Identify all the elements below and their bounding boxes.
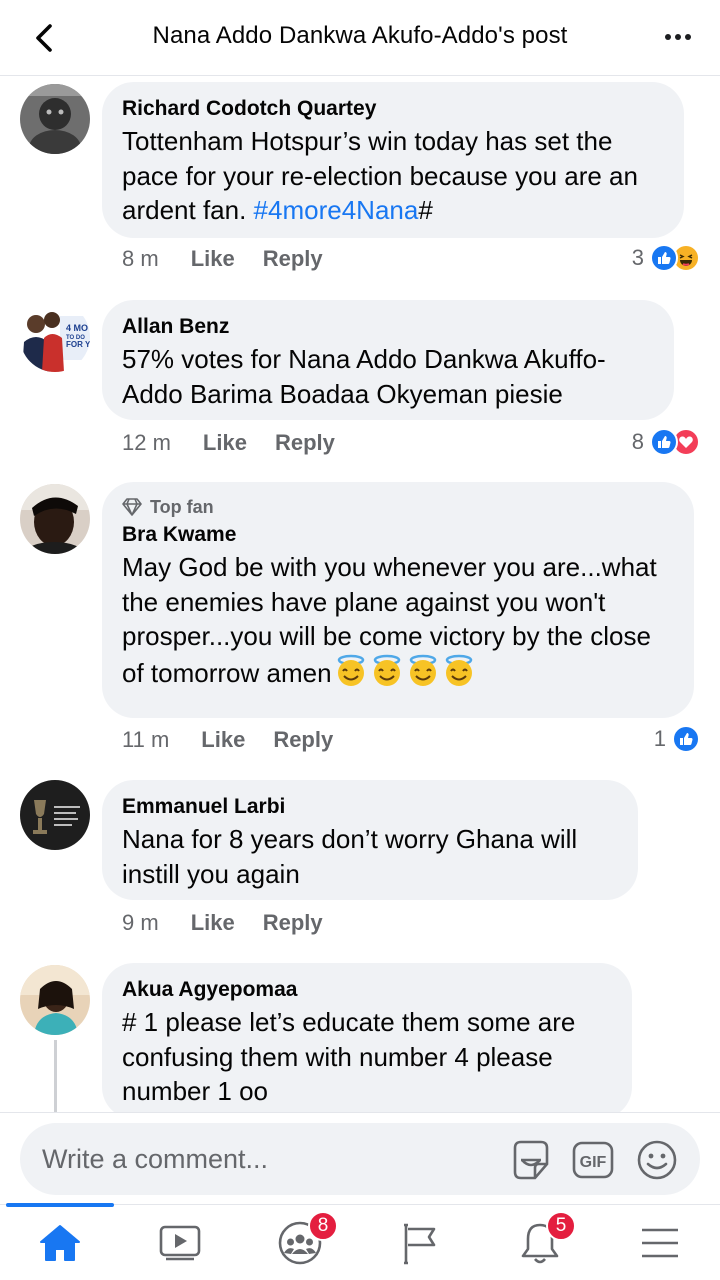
comment-text-suffix: # xyxy=(418,195,433,225)
smiling-face-with-halo-icon xyxy=(337,654,364,686)
watch-video-icon xyxy=(159,1225,201,1261)
comment-text: 57% votes for Nana Addo Dankwa Akuffo-Ad… xyxy=(122,344,606,409)
bottom-navigation: 8 5 xyxy=(0,1203,720,1280)
comment-actions: 8 m Like Reply xyxy=(122,246,323,272)
diamond-icon xyxy=(122,498,142,516)
comment-bubble[interactable]: Richard Codotch Quartey Tottenham Hotspu… xyxy=(102,82,684,238)
smiling-face-with-halo-icon xyxy=(445,654,472,686)
like-reaction-icon xyxy=(650,428,678,456)
nav-pages[interactable] xyxy=(360,1205,480,1280)
comment-author[interactable]: Akua Agyepomaa xyxy=(122,975,612,1005)
groups-notification-badge: 8 xyxy=(308,1211,338,1241)
comment-author[interactable]: Emmanuel Larbi xyxy=(122,792,618,822)
like-button[interactable]: Like xyxy=(203,430,247,456)
comment-bubble[interactable]: Akua Agyepomaa # 1 please let’s educate … xyxy=(102,963,632,1119)
hashtag-link[interactable]: #4more4Nana xyxy=(254,195,419,225)
comment-author[interactable]: Richard Codotch Quartey xyxy=(122,94,664,124)
flag-icon xyxy=(404,1223,436,1265)
top-fan-badge: Top fan xyxy=(122,494,674,520)
top-fan-label: Top fan xyxy=(150,497,214,517)
reply-button[interactable]: Reply xyxy=(263,910,323,936)
emoji-button[interactable] xyxy=(634,1137,680,1183)
comment-author[interactable]: Bra Kwame xyxy=(122,520,674,550)
reaction-count: 3 xyxy=(631,245,644,270)
avatar[interactable] xyxy=(20,965,90,1035)
post-header: Nana Addo Dankwa Akufo-Addo's post xyxy=(0,0,720,76)
nav-watch[interactable] xyxy=(120,1205,240,1280)
nav-notifications[interactable]: 5 xyxy=(480,1205,600,1280)
avatar[interactable]: 4 MO TO DO FOR Y xyxy=(20,302,90,372)
like-reaction-icon xyxy=(650,244,678,272)
dot-icon xyxy=(675,34,681,40)
reactions-summary[interactable]: 8 xyxy=(632,428,700,456)
emoji-icon xyxy=(637,1140,677,1180)
comment-text: # 1 please let’s educate them some are c… xyxy=(122,1007,576,1106)
gif-button[interactable]: GIF xyxy=(570,1137,616,1183)
reply-button[interactable]: Reply xyxy=(275,430,335,456)
nav-home[interactable] xyxy=(0,1203,120,1280)
reactions-summary[interactable]: 3 xyxy=(632,244,700,272)
comment-input[interactable] xyxy=(42,1123,482,1195)
comment-actions: 11 m Like Reply xyxy=(122,727,333,753)
comment-author[interactable]: Allan Benz xyxy=(122,312,654,342)
comment-bubble[interactable]: Allan Benz 57% votes for Nana Addo Dankw… xyxy=(102,300,674,420)
sticker-icon xyxy=(513,1140,549,1180)
smiling-face-with-halo-icon xyxy=(373,654,400,686)
svg-text:FOR Y: FOR Y xyxy=(66,340,90,349)
smiling-face-with-halo-icon xyxy=(409,654,436,686)
gif-label: GIF xyxy=(580,1154,607,1171)
avatar[interactable] xyxy=(20,780,90,850)
comment-text: Nana for 8 years don’t worry Ghana will … xyxy=(122,824,578,889)
comment-actions: 9 m Like Reply xyxy=(122,910,323,936)
sticker-button[interactable] xyxy=(508,1137,554,1183)
comment-timestamp[interactable]: 9 m xyxy=(122,910,159,936)
comment-timestamp[interactable]: 8 m xyxy=(122,246,159,272)
reply-button[interactable]: Reply xyxy=(273,727,333,753)
comment-timestamp[interactable]: 11 m xyxy=(122,727,169,753)
notifications-badge: 5 xyxy=(546,1211,576,1241)
dot-icon xyxy=(685,34,691,40)
comment-actions: 12 m Like Reply xyxy=(122,430,335,456)
avatar[interactable] xyxy=(20,84,90,154)
like-button[interactable]: Like xyxy=(191,246,235,272)
comment-bubble[interactable]: Emmanuel Larbi Nana for 8 years don’t wo… xyxy=(102,780,638,900)
active-tab-indicator xyxy=(6,1203,114,1207)
nav-groups[interactable]: 8 xyxy=(240,1205,360,1280)
reaction-count: 1 xyxy=(653,726,666,751)
comment-composer: GIF xyxy=(0,1112,720,1204)
home-icon xyxy=(40,1225,80,1261)
avatar[interactable] xyxy=(20,484,90,554)
svg-text:4 MO: 4 MO xyxy=(66,323,88,333)
more-options-button[interactable] xyxy=(658,22,698,52)
reply-button[interactable]: Reply xyxy=(263,246,323,272)
like-reaction-icon xyxy=(672,725,700,753)
gif-icon: GIF xyxy=(572,1141,614,1179)
comment-timestamp[interactable]: 12 m xyxy=(122,430,171,456)
page-title: Nana Addo Dankwa Akufo-Addo's post xyxy=(152,22,568,49)
like-button[interactable]: Like xyxy=(191,910,235,936)
reactions-summary[interactable]: 1 xyxy=(654,725,700,753)
menu-icon xyxy=(642,1228,678,1258)
reaction-count: 8 xyxy=(631,429,644,454)
comment-text: Tottenham Hotspur’s win today has set th… xyxy=(122,124,664,228)
dot-icon xyxy=(665,34,671,40)
reply-thread-line xyxy=(54,1040,57,1112)
comment-input-wrapper: GIF xyxy=(20,1123,700,1195)
comment-text: May God be with you whenever you are...w… xyxy=(122,550,674,690)
like-button[interactable]: Like xyxy=(201,727,245,753)
comment-bubble[interactable]: Top fan Bra Kwame May God be with you wh… xyxy=(102,482,694,718)
nav-menu[interactable] xyxy=(600,1205,720,1280)
